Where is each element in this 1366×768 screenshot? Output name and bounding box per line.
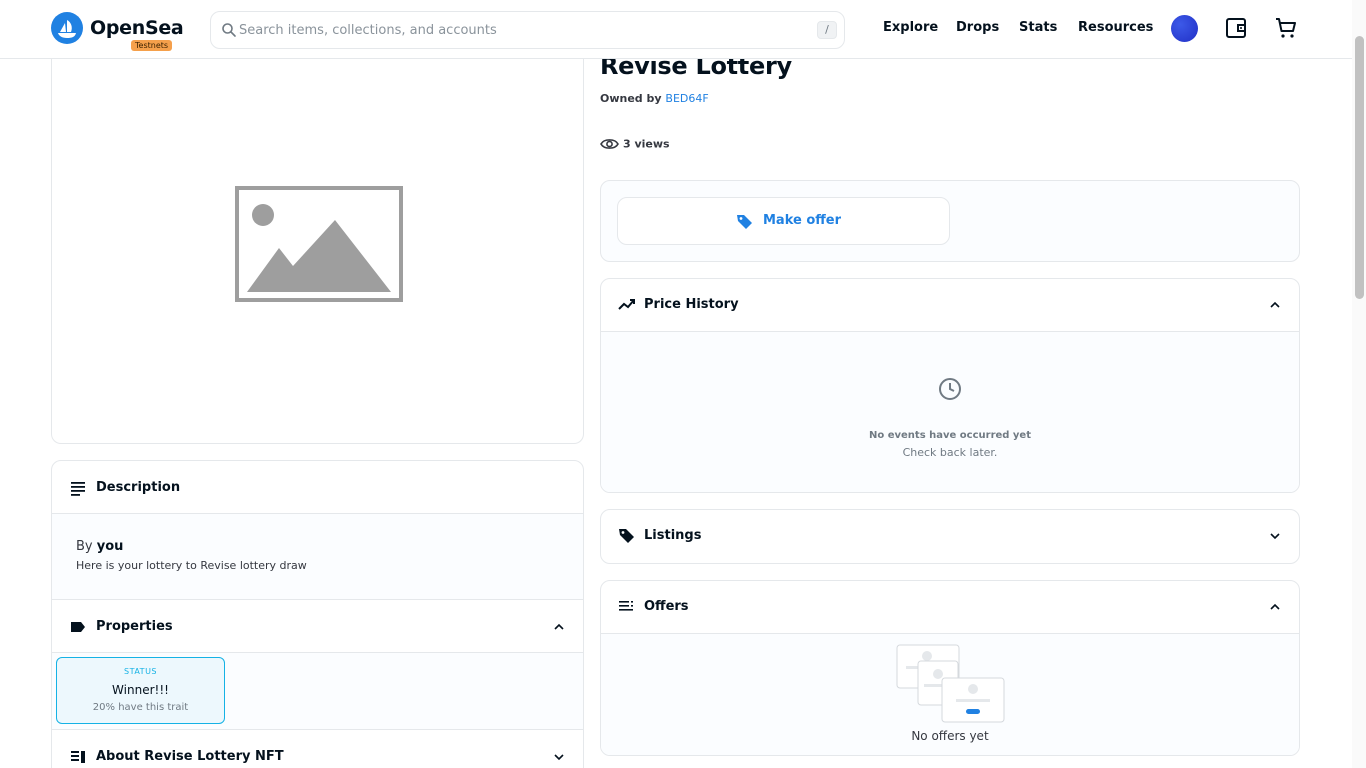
nav-resources[interactable]: Resources [1078, 20, 1153, 35]
empty-offers-illustration [896, 644, 1005, 723]
properties-title: Properties [96, 619, 173, 634]
views-count: 3 views [600, 137, 670, 151]
trait-rarity: 20% have this trait [92, 702, 189, 713]
offer-section: Make offer [600, 180, 1300, 262]
price-history-header[interactable]: Price History [601, 279, 1299, 331]
chevron-up-icon[interactable] [553, 621, 565, 633]
trait-value: Winner!!! [112, 683, 169, 697]
listings-header[interactable]: Listings [601, 510, 1299, 562]
price-history-empty-subtitle: Check back later. [902, 446, 998, 459]
description-title: Description [96, 480, 181, 495]
price-history-empty-title: No events have occurred yet [869, 430, 1031, 441]
tag-icon [737, 215, 752, 229]
about-header[interactable]: About Revise Lottery NFT [52, 730, 583, 768]
offers-body: No offers yet [601, 633, 1299, 755]
search-icon [222, 23, 236, 37]
chevron-up-icon[interactable] [1269, 601, 1281, 613]
description-text: Here is your lottery to Revise lottery d… [76, 559, 307, 572]
chevron-down-icon[interactable] [553, 751, 565, 763]
scrollbar-thumb[interactable] [1355, 36, 1364, 299]
list-icon [619, 601, 633, 611]
by-prefix: By [76, 539, 93, 554]
tag-icon [71, 622, 85, 632]
properties-body: STATUS Winner!!! 20% have this trait [52, 653, 583, 730]
owner-line: Owned by BED64F [600, 92, 709, 105]
price-history-body: No events have occurred yet Check back l… [601, 331, 1299, 492]
wallet-icon[interactable] [1224, 16, 1248, 40]
trait-card[interactable]: STATUS Winner!!! 20% have this trait [56, 657, 225, 724]
list-icon [71, 482, 85, 496]
nft-media-frame[interactable] [51, 40, 584, 444]
make-offer-label: Make offer [763, 213, 842, 228]
properties-header[interactable]: Properties [52, 600, 583, 653]
chart-line-icon [618, 299, 635, 310]
search-shortcut-key: / [817, 21, 837, 39]
tag-icon [619, 529, 634, 543]
search-bar[interactable]: / [210, 11, 845, 49]
make-offer-button[interactable]: Make offer [617, 197, 950, 245]
trait-type: STATUS [123, 667, 157, 676]
image-placeholder-icon [235, 186, 403, 302]
clock-icon [939, 378, 961, 400]
price-history-panel: Price History No events have occurred ye… [600, 278, 1300, 493]
about-title: About Revise Lottery NFT [96, 749, 284, 764]
cart-icon[interactable] [1274, 16, 1298, 40]
listings-title: Listings [644, 528, 702, 543]
chevron-up-icon[interactable] [1269, 299, 1281, 311]
creator-name[interactable]: you [97, 539, 124, 554]
chevron-down-icon[interactable] [1269, 530, 1281, 542]
price-history-title: Price History [644, 297, 739, 312]
nav-stats[interactable]: Stats [1019, 20, 1057, 35]
offers-header[interactable]: Offers [601, 581, 1299, 633]
list-icon [71, 751, 85, 763]
nav-drops[interactable]: Drops [956, 20, 999, 35]
testnets-badge: Testnets [131, 40, 173, 51]
search-input[interactable] [239, 20, 799, 40]
opensea-logo-icon[interactable] [51, 12, 83, 44]
views-text: 3 views [623, 137, 670, 151]
listings-panel: Listings [600, 509, 1300, 564]
description-header[interactable]: Description [52, 461, 583, 514]
eye-icon [600, 139, 619, 149]
owned-prefix: Owned by [600, 92, 662, 105]
offers-title: Offers [644, 599, 689, 614]
created-by: By you [76, 539, 123, 554]
owner-link[interactable]: BED64F [665, 92, 708, 105]
description-body: By you Here is your lottery to Revise lo… [52, 514, 583, 600]
no-offers-text: No offers yet [911, 729, 989, 743]
offers-panel: Offers No offers yet [600, 580, 1300, 756]
avatar[interactable] [1171, 15, 1198, 42]
nav-explore[interactable]: Explore [883, 20, 938, 35]
details-panel: Description By you Here is your lottery … [51, 460, 584, 768]
top-navbar: OpenSea Testnets / Explore Drops Stats R… [0, 0, 1352, 59]
brand-name[interactable]: OpenSea [90, 17, 184, 39]
